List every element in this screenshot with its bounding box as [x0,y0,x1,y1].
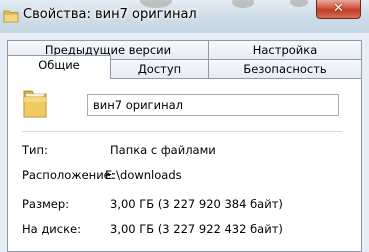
location-label: Расположение: [22,168,115,182]
title-bar[interactable]: Свойства: вин7 оригинал ✕ [0,0,369,33]
properties-window: Свойства: вин7 оригинал ✕ Предыдущие вер… [0,0,369,252]
size-label: Размер: [22,197,70,211]
close-icon: ✕ [333,1,344,16]
type-label: Тип: [22,143,48,157]
type-value: Папка с файлами [110,143,216,157]
tab-sharing[interactable]: Доступ [110,59,209,79]
tab-customize[interactable]: Настройка [208,40,362,60]
tab-general[interactable]: Общие [7,55,111,79]
tab-label: Настройка [252,43,318,57]
glass-reflection [232,0,254,8]
glass-reflection [290,0,308,7]
size-on-disk-label: На диске: [22,222,81,236]
folder-title-icon [3,8,19,23]
close-button[interactable]: ✕ [316,0,361,19]
tab-label: Общие [38,58,80,72]
tab-label: Безопасность [243,62,327,76]
tab-label: Доступ [137,62,182,76]
separator [22,131,342,132]
folder-icon [22,88,48,120]
size-value: 3,00 ГБ (3 227 920 384 байт) [110,197,283,211]
folder-name-input[interactable]: вин7 оригинал [87,94,339,116]
location-value: E:\downloads [105,168,182,182]
tab-security[interactable]: Безопасность [208,59,362,79]
window-title: Свойства: вин7 оригинал [23,7,197,22]
size-on-disk-value: 3,00 ГБ (3 227 922 432 байт) [110,222,283,236]
